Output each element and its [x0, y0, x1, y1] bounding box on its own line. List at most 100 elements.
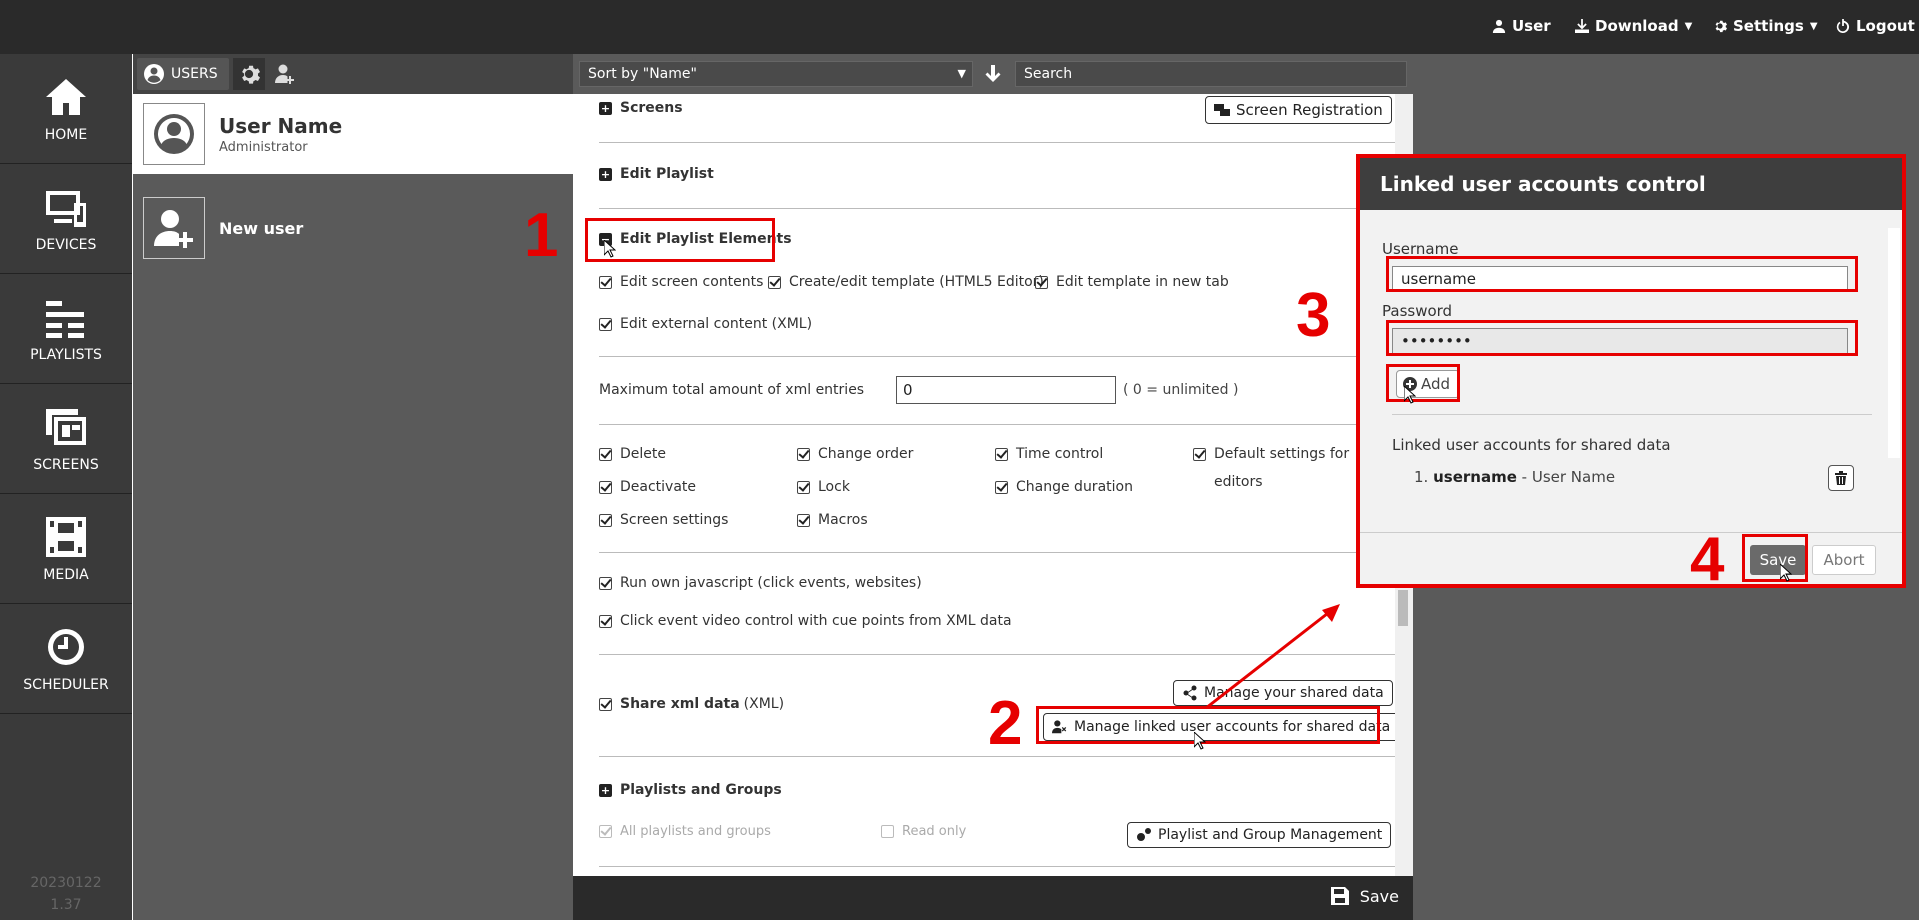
perm-macros[interactable]: Macros [797, 512, 868, 528]
perm-edit-screen-contents[interactable]: Edit screen contents [599, 274, 763, 290]
devices-icon [46, 190, 86, 227]
checkbox[interactable] [599, 825, 612, 838]
new-user-label: New user [219, 218, 304, 238]
perm-label: Screen settings [620, 512, 729, 528]
checkbox[interactable] [599, 317, 612, 331]
perm-deactivate[interactable]: Deactivate [599, 479, 696, 495]
tab-users[interactable]: USERS [137, 58, 229, 90]
playlists-icon [46, 300, 84, 338]
checkbox[interactable] [1193, 448, 1206, 461]
sort-select[interactable]: Sort by "Name" ▼ [579, 61, 973, 87]
perm-run-js[interactable]: Run own javascript (click events, websit… [599, 575, 922, 591]
annotation-number-1: 1 [524, 201, 559, 270]
perm-template-new-tab[interactable]: Edit template in new tab [1035, 274, 1229, 290]
search-input[interactable]: Search [1015, 61, 1407, 87]
user-name: User Name [219, 113, 343, 138]
dialog-abort-button[interactable]: Abort [1812, 545, 1876, 575]
user-menu[interactable]: User [1492, 17, 1551, 35]
nav-media[interactable]: MEDIA [0, 494, 132, 604]
checkbox[interactable] [599, 576, 612, 590]
checkbox[interactable] [797, 447, 810, 461]
checkbox[interactable] [995, 447, 1008, 461]
add-user-tab[interactable] [269, 58, 301, 90]
section-edit-playlist[interactable]: + Edit Playlist [599, 166, 714, 182]
section-playlists-groups[interactable]: + Playlists and Groups [599, 782, 782, 798]
checkbox[interactable] [599, 697, 612, 711]
perm-label: Create/edit template (HTML5 Editor) [789, 274, 1044, 290]
download-icon [1575, 19, 1589, 33]
perm-screen-settings[interactable]: Screen settings [599, 512, 728, 528]
checkbox[interactable] [768, 275, 781, 289]
checkbox[interactable] [995, 480, 1008, 494]
section-screens[interactable]: + Screens [599, 100, 683, 116]
download-menu[interactable]: Download ▼ [1575, 17, 1692, 35]
checkbox[interactable] [599, 480, 612, 494]
media-icon [46, 516, 86, 557]
checkbox[interactable] [599, 614, 612, 628]
checkbox[interactable] [797, 480, 810, 494]
perm-external-content[interactable]: Edit external content (XML) [599, 316, 812, 332]
settings-menu[interactable]: Settings ▼ [1713, 17, 1818, 35]
xml-max-value: 0 [903, 381, 913, 399]
checkbox[interactable] [599, 513, 612, 527]
checkbox[interactable] [599, 275, 612, 289]
nav-home[interactable]: HOME [0, 54, 132, 164]
mouse-cursor-icon [1780, 564, 1792, 582]
users-settings-tab[interactable] [233, 58, 265, 90]
nav-screens-label: SCREENS [33, 456, 99, 473]
entry-fullname: - User Name [1516, 468, 1616, 486]
divider [599, 142, 1399, 143]
perm-label: Default settings for [1214, 446, 1350, 462]
perm-lock[interactable]: Lock [797, 479, 850, 495]
sort-direction-button[interactable] [981, 62, 1005, 86]
perm-time-control[interactable]: Time control [995, 446, 1103, 462]
perm-label: Edit external content (XML) [620, 316, 813, 332]
xml-max-label: Maximum total amount of xml entries [599, 382, 864, 398]
delete-linked-account-button[interactable] [1828, 465, 1854, 491]
dialog-footer: Save Abort [1360, 532, 1902, 584]
perm-label-cont: editors [1214, 474, 1263, 490]
nav-screens[interactable]: SCREENS [0, 384, 132, 494]
mouse-cursor-icon [1194, 732, 1206, 750]
perm-change-order[interactable]: Change order [797, 446, 913, 462]
checkbox[interactable] [1035, 275, 1048, 289]
divider [599, 424, 1399, 425]
save-button[interactable]: Save [1330, 886, 1399, 906]
users-tab-bar: USERS [133, 54, 573, 94]
annotation-box-save [1742, 534, 1808, 582]
divider [599, 866, 1399, 867]
perm-share-xml[interactable]: Share xml data (XML) [599, 696, 784, 712]
version-info: 20230122 1.37 [0, 872, 132, 916]
perm-create-template[interactable]: Create/edit template (HTML5 Editor) [768, 274, 1044, 290]
perm-delete[interactable]: Delete [599, 446, 666, 462]
user-list-item[interactable]: User Name Administrator [133, 94, 573, 174]
annotation-box-add [1386, 364, 1460, 402]
perm-read-only[interactable]: Read only [881, 824, 966, 839]
save-bar: Save [573, 876, 1413, 920]
new-user-item[interactable]: New user [133, 188, 573, 268]
logout-label: Logout [1856, 17, 1915, 35]
nav-devices[interactable]: DEVICES [0, 164, 132, 274]
dialog-scrollbar[interactable] [1888, 228, 1900, 458]
perm-all-playlists[interactable]: All playlists and groups [599, 824, 771, 839]
nav-playlists[interactable]: PLAYLISTS [0, 274, 132, 384]
perm-change-duration[interactable]: Change duration [995, 479, 1133, 495]
nav-scheduler[interactable]: SCHEDULER [0, 604, 132, 714]
xml-max-input[interactable]: 0 [896, 376, 1116, 404]
user-menu-label: User [1512, 17, 1551, 35]
checkbox[interactable] [797, 513, 810, 527]
dialog-abort-label: Abort [1823, 551, 1865, 569]
perm-click-video[interactable]: Click event video control with cue point… [599, 613, 1012, 629]
logout-button[interactable]: Logout [1836, 17, 1915, 35]
screen-registration-button[interactable]: Screen Registration [1205, 96, 1392, 124]
playlist-group-management-button[interactable]: Playlist and Group Management [1127, 822, 1392, 848]
checkbox[interactable] [881, 825, 894, 838]
floppy-icon [1330, 887, 1349, 905]
checkbox[interactable] [599, 447, 612, 461]
perm-default-settings[interactable]: Default settings for editors [1193, 446, 1349, 496]
scrollbar-thumb[interactable] [1398, 590, 1408, 626]
divider [599, 208, 1399, 209]
perm-label: Deactivate [620, 479, 697, 495]
perm-label: All playlists and groups [620, 824, 771, 839]
gears-icon [1137, 828, 1151, 841]
